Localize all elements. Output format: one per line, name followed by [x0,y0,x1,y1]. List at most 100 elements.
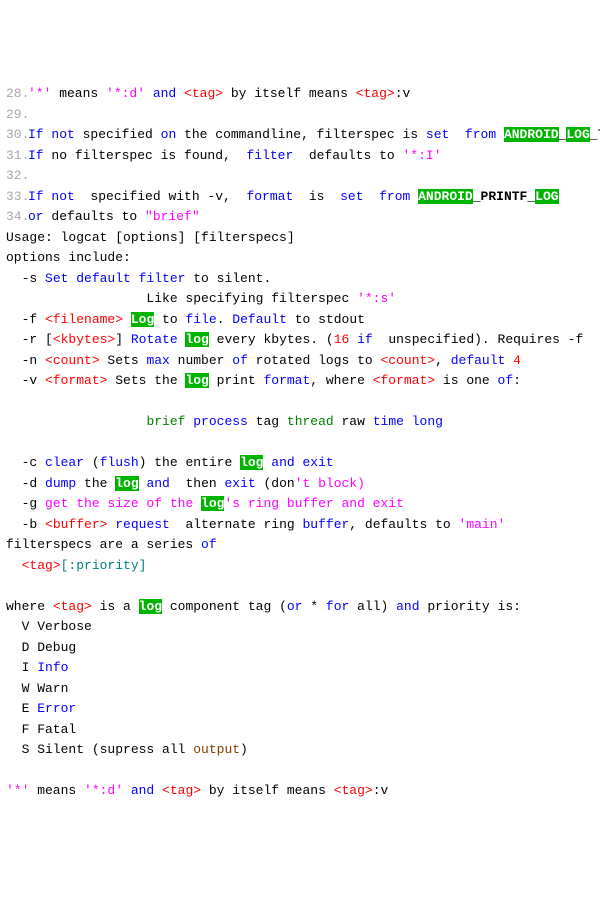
text [6,558,22,573]
tag-buffer: <buffer> [45,517,107,532]
keyword-of: of [232,353,248,368]
text: is one [435,373,497,388]
format-thread: thread [287,414,334,429]
tag-format: <format> [373,373,435,388]
highlight-log: log [185,332,208,347]
text: all) [349,599,396,614]
format-time: time [373,414,404,429]
string-literal: '*:s' [357,291,396,306]
usage-line: Usage: logcat [options] [filterspecs] [6,230,295,245]
text: then [178,476,225,491]
text: specified with -v, [83,189,239,204]
line-number: 30. [6,125,26,146]
string-literal: '*:I' [403,148,442,163]
text: specified [83,127,153,142]
text: -f [6,312,45,327]
keyword-buffer: buffer [302,517,349,532]
text: (don [256,476,295,491]
text: -b [6,517,45,532]
string-literal: 's ring buffer and exit [224,496,403,511]
text: :v [373,783,389,798]
text: S Silent (supress all [6,742,193,757]
level-info: Info [37,660,68,675]
keyword-clear: clear [45,455,84,470]
text: defaults to [44,209,145,224]
text: the [76,476,115,491]
tag-count: <count> [381,353,436,368]
level-verbose: V Verbose [6,619,92,634]
string-literal: 't block) [295,476,365,491]
text: * [302,599,325,614]
format-tag: tag [256,414,287,429]
text [505,353,513,368]
keyword-or: or [287,599,303,614]
text: to stdout [287,312,365,327]
highlight-log: Log [131,312,154,327]
level-debug: D Debug [6,640,76,655]
format-long: long [404,414,443,429]
text: I [6,660,37,675]
keyword-if: If [28,189,44,204]
priority-suffix: [:priority] [61,558,147,573]
text: _ [590,127,598,142]
keyword-set: set [418,127,457,142]
text: defaults to [301,148,402,163]
text: -d [6,476,45,491]
keyword-and: and [145,86,184,101]
text: priority is: [420,599,521,614]
keyword-and: and [263,455,302,470]
keyword-set: set [332,189,371,204]
format-brief: brief [146,414,185,429]
text: every kbytes. ( [209,332,334,347]
string-literal: '*' [6,783,29,798]
level-warn: W Warn [6,681,68,696]
highlight-log: log [240,455,263,470]
text: ( [84,455,100,470]
text: filterspecs are a series [6,537,201,552]
number: 16 [334,332,350,347]
keyword-from: from [457,127,504,142]
keyword-and: and [139,476,178,491]
text: to silent. [185,271,271,286]
text: component tag ( [162,599,287,614]
level-fatal: F Fatal [6,722,76,737]
text [6,414,146,429]
tag-literal: <tag> [334,783,373,798]
tag-literal: <tag> [53,599,92,614]
keyword-if: If [28,148,44,163]
text: , defaults to [349,517,458,532]
tag-literal: <tag> [184,86,223,101]
tag-kbytes: <kbytes> [53,332,115,347]
text: means [51,86,106,101]
keyword-from: from [371,189,418,204]
keyword-filter: filter [239,148,301,163]
keyword-default: Default [232,312,287,327]
text: ) [240,742,248,757]
highlight-android: ANDROID [418,189,473,204]
text [123,312,131,327]
keyword-file: file [185,312,216,327]
text: is [301,189,332,204]
text: E [6,701,37,716]
tag-count: <count> [45,353,100,368]
string-literal: "brief" [145,209,200,224]
format-raw: raw [334,414,373,429]
keyword-if: If [28,127,44,142]
keyword-if: if [349,332,380,347]
string-literal: get the size of the [45,496,201,511]
keyword-format: format [263,373,310,388]
keyword-or: or [28,209,44,224]
text: Like specifying filterspec [6,291,357,306]
highlight-log: LOG [566,127,589,142]
text: -v [6,373,45,388]
string-literal: 'main' [459,517,506,532]
text: is a [92,599,139,614]
highlight-log: log [185,373,208,388]
text: where [6,599,53,614]
text: -n [6,353,45,368]
keyword-exit: exit [303,455,334,470]
text: , where [310,373,372,388]
line-number: 31. [6,146,26,167]
keyword-exit: exit [224,476,255,491]
highlight-android: ANDROID [504,127,559,142]
